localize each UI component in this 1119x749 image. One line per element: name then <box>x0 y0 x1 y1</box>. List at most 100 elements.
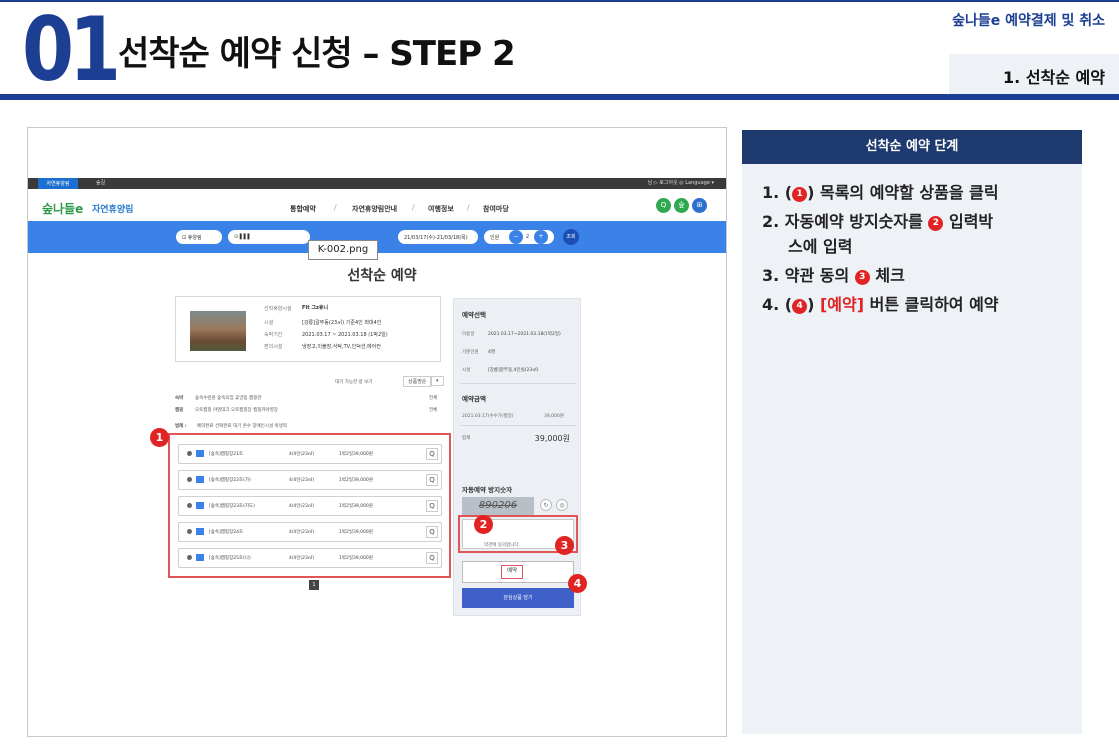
room-type-icon <box>196 554 204 561</box>
topbar-tab-forest[interactable]: 자연휴양림 <box>38 178 78 189</box>
search-icon[interactable]: Q <box>656 198 671 213</box>
filter-row-camping[interactable]: 오토캠핑 야영데크 오토캠핑장 캠핑카야영장 <box>195 407 278 413</box>
step-badge-2: 2 <box>474 515 493 534</box>
filter-row-lodging[interactable]: 숲속수련원 숲속의집 휴양림 캠핑관 <box>195 395 261 401</box>
room-price: 1박2일39,000원 <box>339 452 373 457</box>
website-screenshot: 자연휴양림 숲길 님 ▷ 로그아웃 ◎ Language ▾ 숲나들e 자연휴양… <box>27 127 727 737</box>
magnify-icon[interactable]: Q <box>426 448 438 460</box>
topbar-user-menu[interactable]: 님 ▷ 로그아웃 ◎ Language ▾ <box>648 179 714 186</box>
section-label: 1. 선착순 예약 <box>949 54 1119 94</box>
date-range[interactable]: 21/03/17(수)-21/03/18(목) <box>398 230 478 244</box>
room-item[interactable]: [숲속]캠핑장23호(지도) 4/4인(23㎡) 1박2일39,000원 Q <box>178 496 442 516</box>
site-name[interactable]: 자연휴양림 <box>92 202 133 215</box>
header-subtitle: 숲나들e 예약결제 및 취소 <box>952 13 1105 29</box>
facility-select[interactable]: ⊙ ▌▌▌ <box>228 230 310 244</box>
amount-line-label: 2021.03.17(수수가/평일) <box>462 414 514 419</box>
reserve-button[interactable]: 예약 <box>501 565 523 579</box>
room-status-icon <box>187 477 192 482</box>
audio-icon[interactable]: ◎ <box>556 499 568 511</box>
step-1: 1. (1) 목록의 예약할 상품을 클릭 <box>762 180 1072 205</box>
room-price: 1박2일39,000원 <box>339 478 373 483</box>
filter-row-label: 숙박 <box>175 396 184 401</box>
step-text: ) 목록의 예약할 상품을 클릭 <box>807 183 999 202</box>
magnify-icon[interactable]: Q <box>426 474 438 486</box>
product-label: 시설 <box>264 320 274 326</box>
pagination-page-1[interactable]: 1 <box>309 580 319 590</box>
room-item[interactable]: [숲속]캠핑장24호 4/4인(23㎡) 1박2일39,000원 Q <box>178 522 442 542</box>
menu-item-forest-info[interactable]: 자연휴양림안내 <box>352 204 397 214</box>
step-3: 3. 약관 동의 3 체크 <box>762 263 1072 288</box>
image-tooltip: K-002.png <box>308 240 378 260</box>
filter-all-camping[interactable]: 전체 <box>429 407 437 413</box>
sort-select[interactable]: 상품명순 <box>403 376 432 387</box>
plus-button[interactable]: + <box>534 230 548 244</box>
room-type-icon <box>196 450 204 457</box>
sort-dropdown-icon[interactable]: ▾ <box>431 376 444 386</box>
room-status-icon <box>187 503 192 508</box>
room-item[interactable]: [숲속]캠핑장22호(가) 4/4인(23㎡) 1박2일39,000원 Q <box>178 470 442 490</box>
magnify-icon[interactable]: Q <box>426 526 438 538</box>
step-badge-4: 4 <box>568 574 587 593</box>
room-status-icon <box>187 555 192 560</box>
grid-menu-icon[interactable]: ⊞ <box>692 198 707 213</box>
step-text: 체크 <box>869 266 905 285</box>
room-status-icon <box>187 451 192 456</box>
search-button[interactable]: 조회 <box>563 229 579 245</box>
forest-select[interactable]: ⊡ 휴양림 <box>176 230 222 244</box>
forest-icon[interactable]: 숲 <box>674 198 689 213</box>
wishlist-button[interactable]: 관심상품 담기 <box>462 588 574 608</box>
total-label: 합계 <box>462 436 471 441</box>
product-photo <box>190 311 246 351</box>
available-only-checkbox[interactable]: 대기 가능한 방 보기 <box>335 379 372 385</box>
step-text: 입력박 <box>943 212 994 231</box>
step-number-badge: 3 <box>854 270 870 285</box>
step-badge-3: 3 <box>555 536 574 555</box>
magnify-icon[interactable]: Q <box>426 552 438 564</box>
topbar-tab-trail[interactable]: 숲길 <box>96 179 105 186</box>
product-value: 냉장고,이불장,식탁,TV,인덕션,에어컨 <box>302 344 381 350</box>
people-count: 2 <box>526 234 530 240</box>
steps-panel: 선착순 예약 단계 1. (1) 목록의 예약할 상품을 클릭 2. 자동예약 … <box>742 130 1082 734</box>
menu-item-integrated[interactable]: 통합예약 <box>290 204 316 214</box>
room-name: [숲속]캠핑장23호(지도) <box>209 504 255 509</box>
divider <box>460 425 576 426</box>
product-label: 편의시설 <box>264 344 283 350</box>
amount-section-title: 예약금액 <box>462 395 486 403</box>
room-type-icon <box>196 476 204 483</box>
menu-item-community[interactable]: 참여마당 <box>483 204 509 214</box>
steps-list: 1. (1) 목록의 예약할 상품을 클릭 2. 자동예약 방지숫자를 2 입력… <box>762 180 1072 321</box>
room-type-icon <box>196 502 204 509</box>
room-list: [숲속]캠핑장21호 4/4인(23㎡) 1박2일39,000원 Q [숲속]캠… <box>168 433 451 578</box>
menu-separator: / <box>334 203 337 212</box>
legend: 예약완료 선택완료 대기 온수 장애인시설 위생적 <box>197 424 287 429</box>
room-item[interactable]: [숲속]캠핑장21호 4/4인(23㎡) 1박2일39,000원 Q <box>178 444 442 464</box>
magnify-icon[interactable]: Q <box>426 500 438 512</box>
refresh-icon[interactable]: ↻ <box>540 499 552 511</box>
product-label: 숙박기간 <box>264 332 283 338</box>
minus-button[interactable]: − <box>509 230 523 244</box>
header: 01 선착순 예약 신청 – STEP 2 숲나들e 예약결제 및 취소 1. … <box>0 0 1119 100</box>
step-text: 3. 약관 동의 <box>762 266 855 285</box>
menu-separator: / <box>412 203 415 212</box>
room-size: 4/4인(23㎡) <box>289 478 315 483</box>
step-text: 2. 자동예약 방지숫자를 <box>762 212 929 231</box>
room-item[interactable]: [숲속]캠핑장25호(나) 4/4인(23㎡) 1박2일39,000원 Q <box>178 548 442 568</box>
product-card: 선착휴양시설 FIt 그z휴니 시설 [강릉]갈뚜동(23㎡) 기준4인 최대4… <box>175 296 441 362</box>
site-logo[interactable]: 숲나들e <box>42 200 83 217</box>
menu-item-travel[interactable]: 여행정보 <box>428 204 454 214</box>
captcha-image: 890206 <box>462 497 534 515</box>
site-topbar: 자연휴양림 숲길 님 ▷ 로그아웃 ◎ Language ▾ <box>28 178 726 189</box>
header-top-line <box>0 0 1119 2</box>
step-badge-1: 1 <box>150 428 169 447</box>
captcha-title: 자동예약 방지숫자 <box>462 486 513 494</box>
filter-all-lodging[interactable]: 전체 <box>429 395 437 401</box>
room-status-icon <box>187 529 192 534</box>
amount-line-value: 39,000원 <box>544 414 564 419</box>
room-type-icon <box>196 528 204 535</box>
legend-label: 범례 : <box>175 424 187 429</box>
room-name: [숲속]캠핑장21호 <box>209 452 244 457</box>
room-name: [숲속]캠핑장25호(나) <box>209 556 251 561</box>
total-value: 39,000원 <box>534 434 570 443</box>
room-size: 4/4인(23㎡) <box>289 504 315 509</box>
room-price: 1박2일39,000원 <box>339 504 373 509</box>
